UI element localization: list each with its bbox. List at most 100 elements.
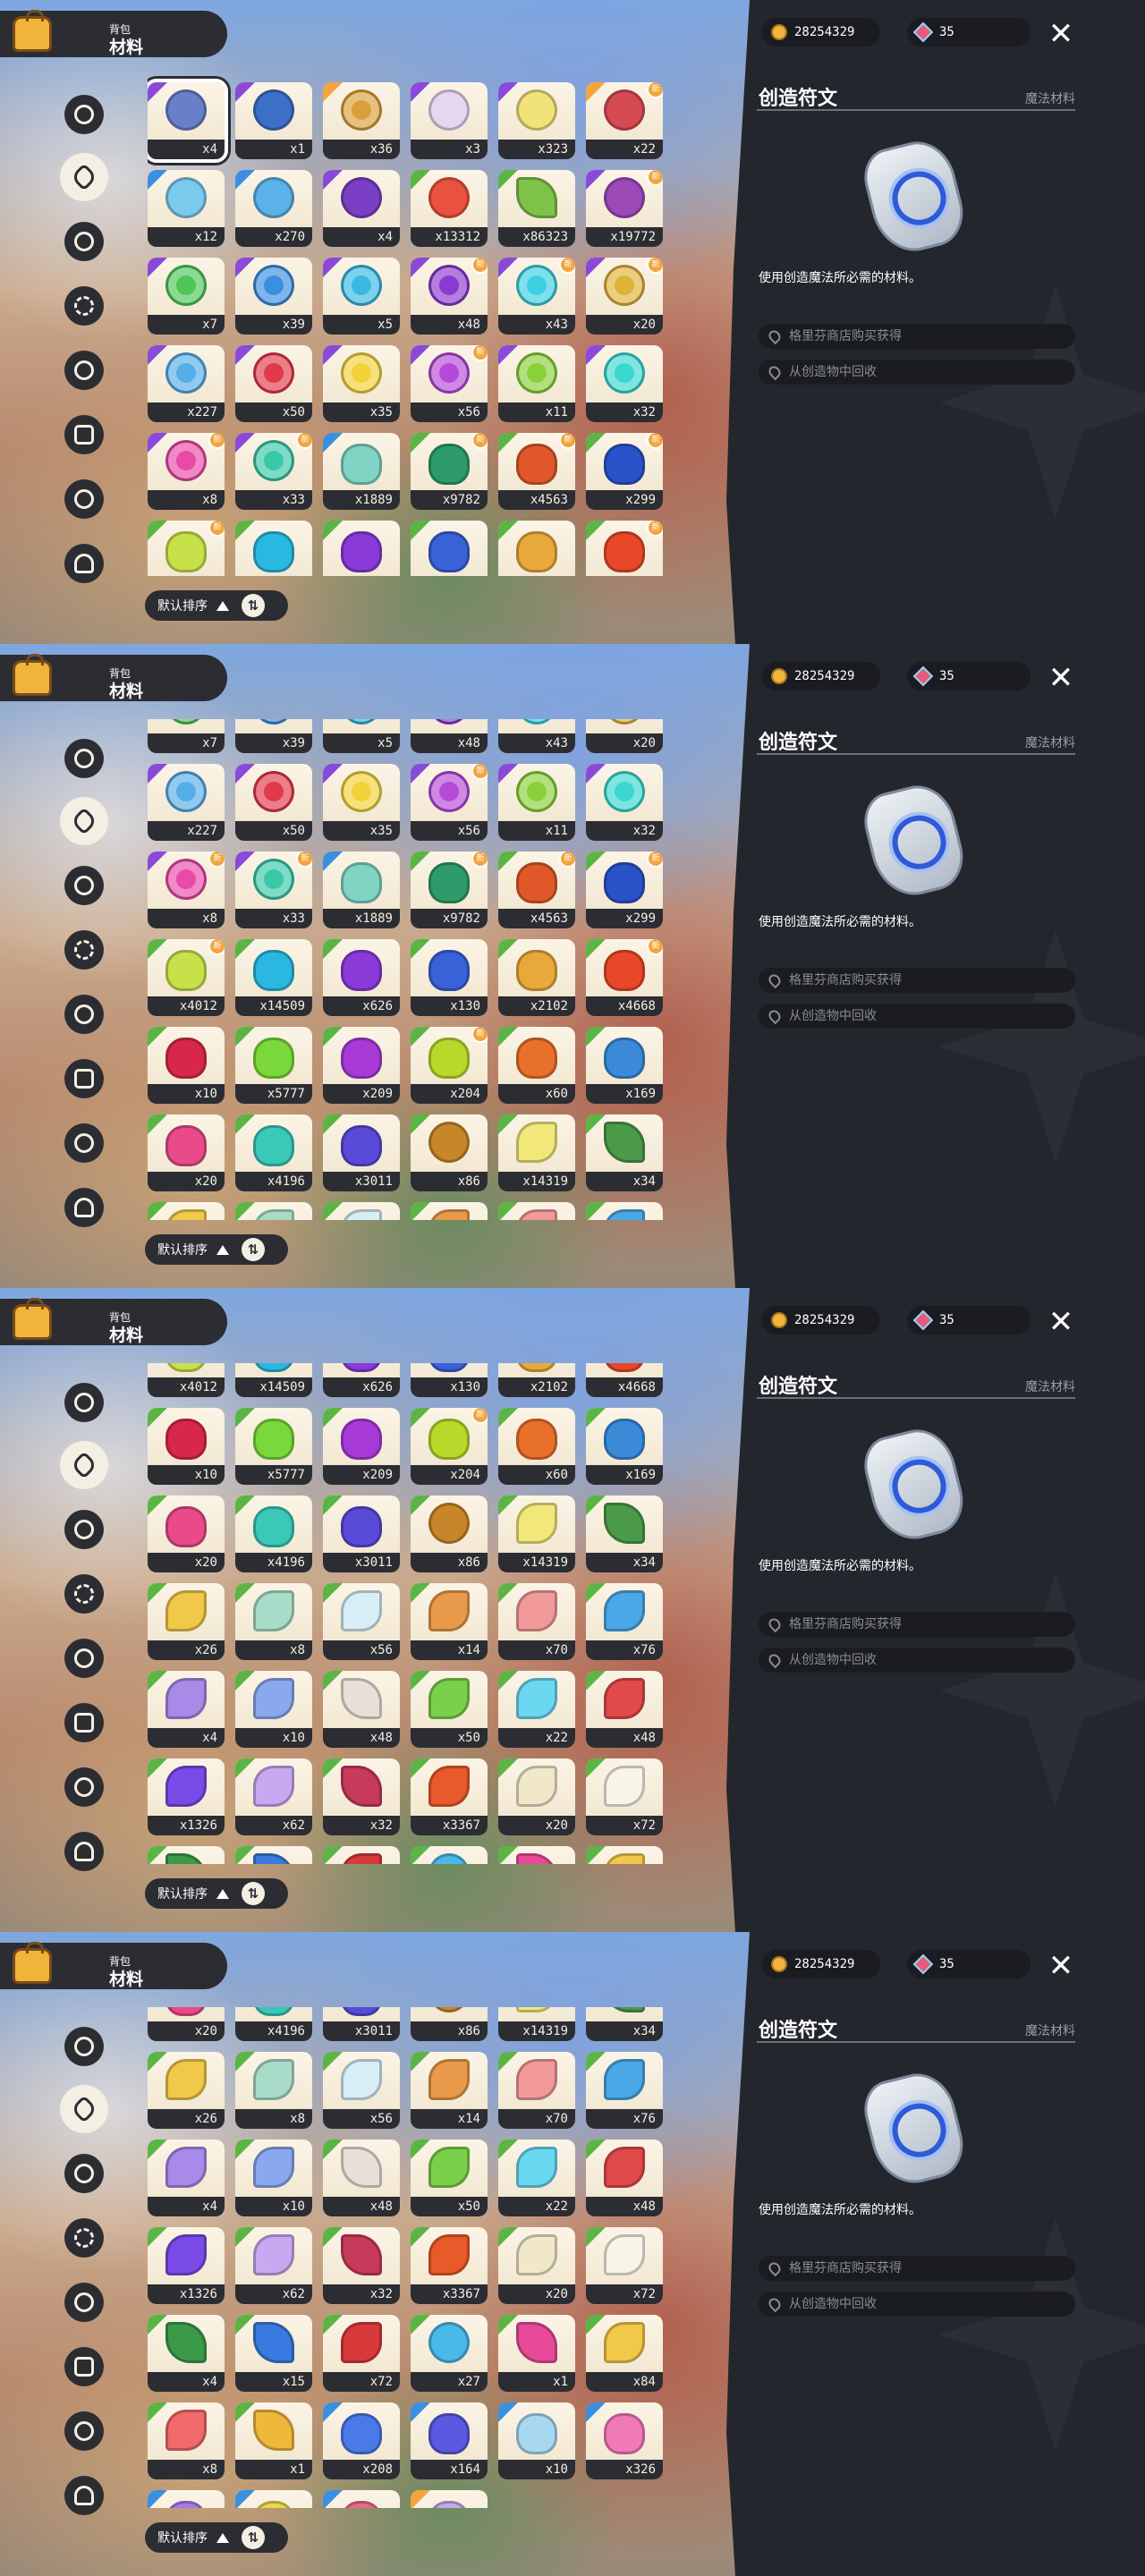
category-tab-star[interactable] bbox=[64, 1383, 104, 1422]
item-slot[interactable]: x60 bbox=[498, 1408, 575, 1485]
item-slot[interactable]: x299 新 bbox=[586, 433, 663, 510]
item-slot[interactable]: x14319 bbox=[498, 2007, 575, 2041]
item-slot[interactable]: x10 bbox=[148, 1027, 225, 1104]
category-tab-ball[interactable] bbox=[64, 415, 104, 454]
item-slot[interactable]: x39 bbox=[235, 258, 312, 335]
item-slot[interactable]: x299 新 bbox=[586, 852, 663, 928]
item-slot[interactable]: x626 bbox=[323, 939, 400, 1016]
item-slot[interactable]: x34 bbox=[586, 1114, 663, 1191]
item-slot[interactable]: x14509 bbox=[235, 1363, 312, 1397]
item-slot[interactable]: x8 bbox=[235, 2052, 312, 2129]
item-slot[interactable]: x14319 bbox=[498, 1496, 575, 1572]
item-slot[interactable]: x5 bbox=[323, 258, 400, 335]
item-slot[interactable]: x130 bbox=[411, 939, 488, 1016]
item-slot[interactable]: x62 bbox=[235, 1758, 312, 1835]
item-slot[interactable]: x70 bbox=[498, 2052, 575, 2129]
item-slot[interactable]: x20 bbox=[148, 2007, 225, 2041]
item-slot[interactable]: x50 bbox=[411, 1671, 488, 1748]
close-button[interactable]: ✕ bbox=[1045, 18, 1077, 50]
item-slot[interactable]: x1 bbox=[498, 1846, 575, 1864]
item-slot[interactable]: x20 bbox=[498, 2227, 575, 2304]
category-tab-star[interactable] bbox=[64, 95, 104, 134]
item-slot[interactable]: x10 bbox=[235, 1671, 312, 1748]
category-tab-gear[interactable] bbox=[64, 2154, 104, 2193]
item-slot[interactable]: x4012新 bbox=[148, 521, 225, 576]
item-slot[interactable]: x43新 bbox=[498, 258, 575, 335]
item-slot[interactable]: x84 bbox=[586, 1846, 663, 1864]
item-slot[interactable]: x14 bbox=[411, 2052, 488, 2129]
item-slot[interactable]: x4196 bbox=[235, 1496, 312, 1572]
item-slot[interactable]: x22 bbox=[498, 2140, 575, 2216]
item-slot[interactable]: x227 bbox=[148, 345, 225, 422]
item-slot[interactable]: x4 bbox=[148, 1846, 225, 1864]
item-slot[interactable]: x227 bbox=[148, 764, 225, 841]
item-slot[interactable]: x14319 bbox=[498, 1114, 575, 1191]
category-tab-star[interactable] bbox=[64, 2027, 104, 2066]
item-grid[interactable]: x7 x39 x5 x48新 x43新 x20新 x227 x50 x35 x5… bbox=[148, 719, 670, 1220]
item-slot[interactable]: x5777 bbox=[235, 1027, 312, 1104]
item-slot[interactable]: x20 bbox=[148, 1114, 225, 1191]
item-slot[interactable]: x1326 bbox=[148, 1758, 225, 1835]
item-slot[interactable]: x70 bbox=[498, 1202, 575, 1220]
item-slot[interactable]: x1093 bbox=[235, 2490, 312, 2508]
item-slot[interactable]: x15 bbox=[235, 2315, 312, 2392]
item-slot[interactable]: x72 bbox=[323, 2315, 400, 2392]
item-slot[interactable]: x76 bbox=[586, 2052, 663, 2129]
item-slot[interactable]: x4 bbox=[148, 79, 228, 163]
item-slot[interactable]: x5777 bbox=[235, 1408, 312, 1485]
item-slot[interactable]: x8 bbox=[235, 1583, 312, 1660]
category-tab-leaf[interactable] bbox=[60, 153, 108, 201]
category-tab-gear[interactable] bbox=[64, 1510, 104, 1549]
item-slot[interactable]: x4668 新 bbox=[586, 939, 663, 1016]
item-slot[interactable]: x15 bbox=[235, 1846, 312, 1864]
item-slot[interactable]: x3367 bbox=[411, 2227, 488, 2304]
item-slot[interactable]: x19772 新 bbox=[586, 170, 663, 247]
item-slot[interactable]: x34 bbox=[586, 2007, 663, 2041]
item-slot[interactable]: x4012新 bbox=[148, 939, 225, 1016]
close-button[interactable]: ✕ bbox=[1045, 1950, 1077, 1982]
item-slot[interactable]: x453 bbox=[323, 2490, 400, 2508]
item-slot[interactable]: x32 bbox=[586, 764, 663, 841]
item-slot[interactable]: x12 bbox=[148, 170, 225, 247]
item-slot[interactable]: x86 bbox=[411, 1496, 488, 1572]
item-slot[interactable]: x26 bbox=[148, 1583, 225, 1660]
category-tab-basket[interactable] bbox=[64, 351, 104, 390]
category-tab-pouch[interactable] bbox=[64, 1832, 104, 1871]
category-tab-basket[interactable] bbox=[64, 2283, 104, 2322]
category-tab-gear[interactable] bbox=[64, 866, 104, 905]
item-slot[interactable]: x130 bbox=[411, 1363, 488, 1397]
item-slot[interactable]: x270 bbox=[235, 170, 312, 247]
item-slot[interactable]: x72 bbox=[586, 1758, 663, 1835]
category-tab-ball[interactable] bbox=[64, 2347, 104, 2386]
category-tab-leaf[interactable] bbox=[60, 1441, 108, 1489]
item-slot[interactable]: x326 bbox=[586, 2402, 663, 2479]
item-slot[interactable]: x4563 新 bbox=[498, 852, 575, 928]
item-slot[interactable]: x39 bbox=[235, 719, 312, 753]
sort-order-icon[interactable] bbox=[216, 2532, 229, 2543]
item-slot[interactable]: x72 bbox=[586, 2227, 663, 2304]
item-grid[interactable]: x4 x1 x36 x3 x323 x22 新 x12 x270 x4 x1331… bbox=[148, 75, 670, 576]
item-slot[interactable]: x26 bbox=[148, 2052, 225, 2129]
item-slot[interactable]: x3011 bbox=[323, 2007, 400, 2041]
item-slot[interactable]: x20 bbox=[498, 1758, 575, 1835]
item-slot[interactable]: x2102 bbox=[498, 1363, 575, 1397]
item-slot[interactable]: x72 bbox=[323, 1846, 400, 1864]
item-slot[interactable]: x626 bbox=[323, 1363, 400, 1397]
category-tab-leaf[interactable] bbox=[60, 2085, 108, 2133]
item-slot[interactable]: x48 bbox=[323, 1671, 400, 1748]
sort-order-icon[interactable] bbox=[216, 1244, 229, 1255]
sort-toggle-button[interactable]: ⇅ bbox=[242, 1238, 265, 1261]
sort-order-icon[interactable] bbox=[216, 600, 229, 611]
item-slot[interactable]: x3011 bbox=[323, 1496, 400, 1572]
category-tab-bell[interactable] bbox=[64, 1767, 104, 1807]
item-slot[interactable]: x204 新 bbox=[411, 1408, 488, 1485]
item-slot[interactable]: x2102 bbox=[498, 939, 575, 1016]
item-slot[interactable]: x5 bbox=[323, 719, 400, 753]
item-slot[interactable]: x33 新 bbox=[235, 433, 312, 510]
close-button[interactable]: ✕ bbox=[1045, 662, 1077, 694]
item-slot[interactable]: x3 bbox=[411, 82, 488, 159]
item-slot[interactable]: x10 bbox=[235, 2140, 312, 2216]
category-tab-star[interactable] bbox=[64, 739, 104, 778]
item-slot[interactable]: x43新 bbox=[498, 719, 575, 753]
item-slot[interactable]: x22 bbox=[498, 1671, 575, 1748]
